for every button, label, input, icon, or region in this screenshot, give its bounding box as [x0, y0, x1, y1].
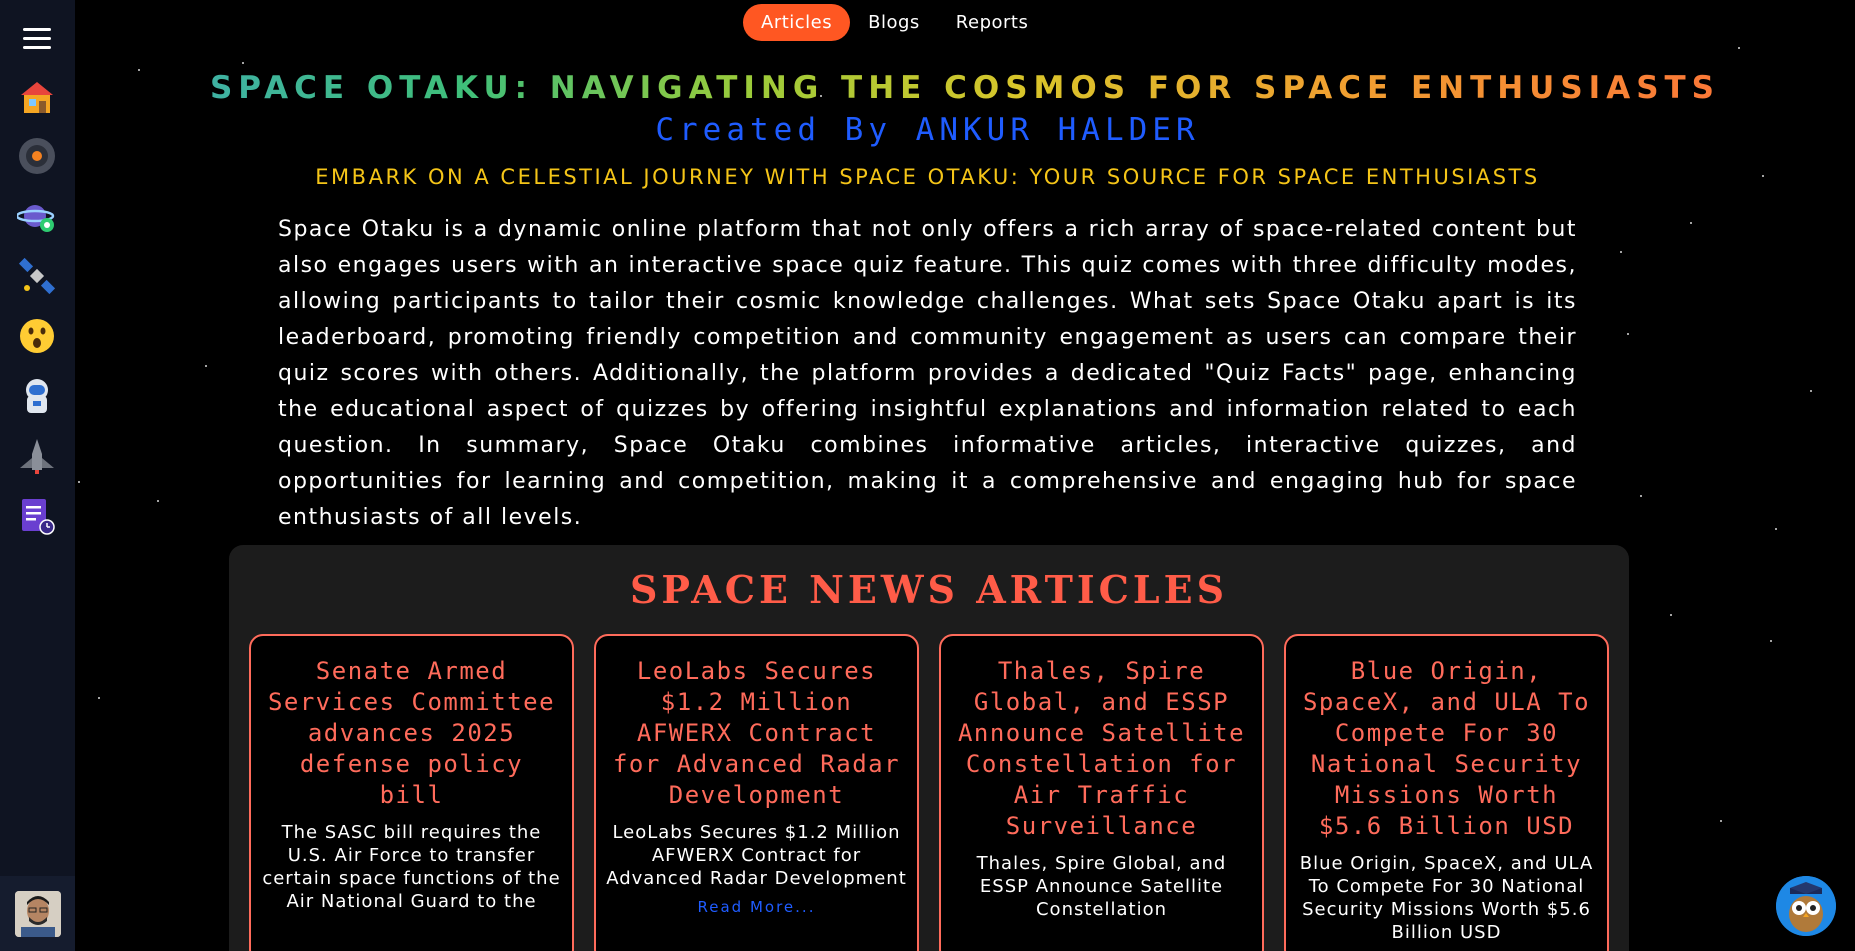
- nav-blogs[interactable]: Blogs: [850, 4, 938, 41]
- space-station-icon[interactable]: [17, 136, 57, 176]
- intro-paragraph: Space Otaku is a dynamic online platform…: [278, 217, 1577, 530]
- creator-credit: Created By ANKUR HALDER: [655, 112, 1200, 148]
- card-description: Thales, Spire Global, and ESSP Announce …: [976, 853, 1227, 920]
- satellite-icon[interactable]: [17, 256, 57, 296]
- card-title[interactable]: LeoLabs Secures $1.2 Million AFWERX Cont…: [606, 656, 907, 811]
- news-card[interactable]: LeoLabs Secures $1.2 Million AFWERX Cont…: [594, 634, 919, 951]
- news-card[interactable]: Senate Armed Services Committee advances…: [249, 634, 574, 951]
- top-nav: Articles Blogs Reports: [743, 4, 1046, 41]
- card-description: The SASC bill requires the U.S. Air Forc…: [262, 822, 561, 912]
- card-title[interactable]: Senate Armed Services Committee advances…: [261, 656, 562, 811]
- news-card[interactable]: Blue Origin, SpaceX, and ULA To Compete …: [1284, 634, 1609, 951]
- page-title-text: SPACE OTAKU: NAVIGATING THE COSMOS FOR S…: [209, 70, 1721, 106]
- news-card[interactable]: Thales, Spire Global, and ESSP Announce …: [939, 634, 1264, 951]
- page-title: SPACE OTAKU: NAVIGATING THE COSMOS FOR S…: [0, 70, 1855, 106]
- tagline: EMBARK ON A CELESTIAL JOURNEY WITH SPACE…: [315, 165, 1540, 189]
- news-heading: SPACE NEWS ARTICLES: [629, 567, 1229, 612]
- astronaut-icon[interactable]: [17, 376, 57, 416]
- quiz-document-icon[interactable]: [17, 496, 57, 536]
- card-title[interactable]: Thales, Spire Global, and ESSP Announce …: [951, 656, 1252, 842]
- card-description: LeoLabs Secures $1.2 Million AFWERX Cont…: [606, 822, 907, 889]
- read-more-link[interactable]: Read More...: [698, 898, 816, 916]
- news-panel: SPACE NEWS ARTICLES Senate Armed Service…: [229, 545, 1629, 951]
- card-title[interactable]: Blue Origin, SpaceX, and ULA To Compete …: [1296, 656, 1597, 842]
- nav-reports[interactable]: Reports: [938, 4, 1047, 41]
- sidebar: [0, 0, 75, 951]
- surprised-face-icon[interactable]: [17, 316, 57, 356]
- planet-icon[interactable]: [17, 196, 57, 236]
- hamburger-menu-icon[interactable]: [23, 28, 51, 50]
- avatar[interactable]: [14, 890, 61, 937]
- chatbot-owl-icon[interactable]: [1776, 876, 1836, 936]
- card-description: Blue Origin, SpaceX, and ULA To Compete …: [1299, 853, 1594, 943]
- spaceship-icon[interactable]: [17, 436, 57, 476]
- nav-articles[interactable]: Articles: [743, 4, 851, 41]
- user-profile: [0, 876, 75, 951]
